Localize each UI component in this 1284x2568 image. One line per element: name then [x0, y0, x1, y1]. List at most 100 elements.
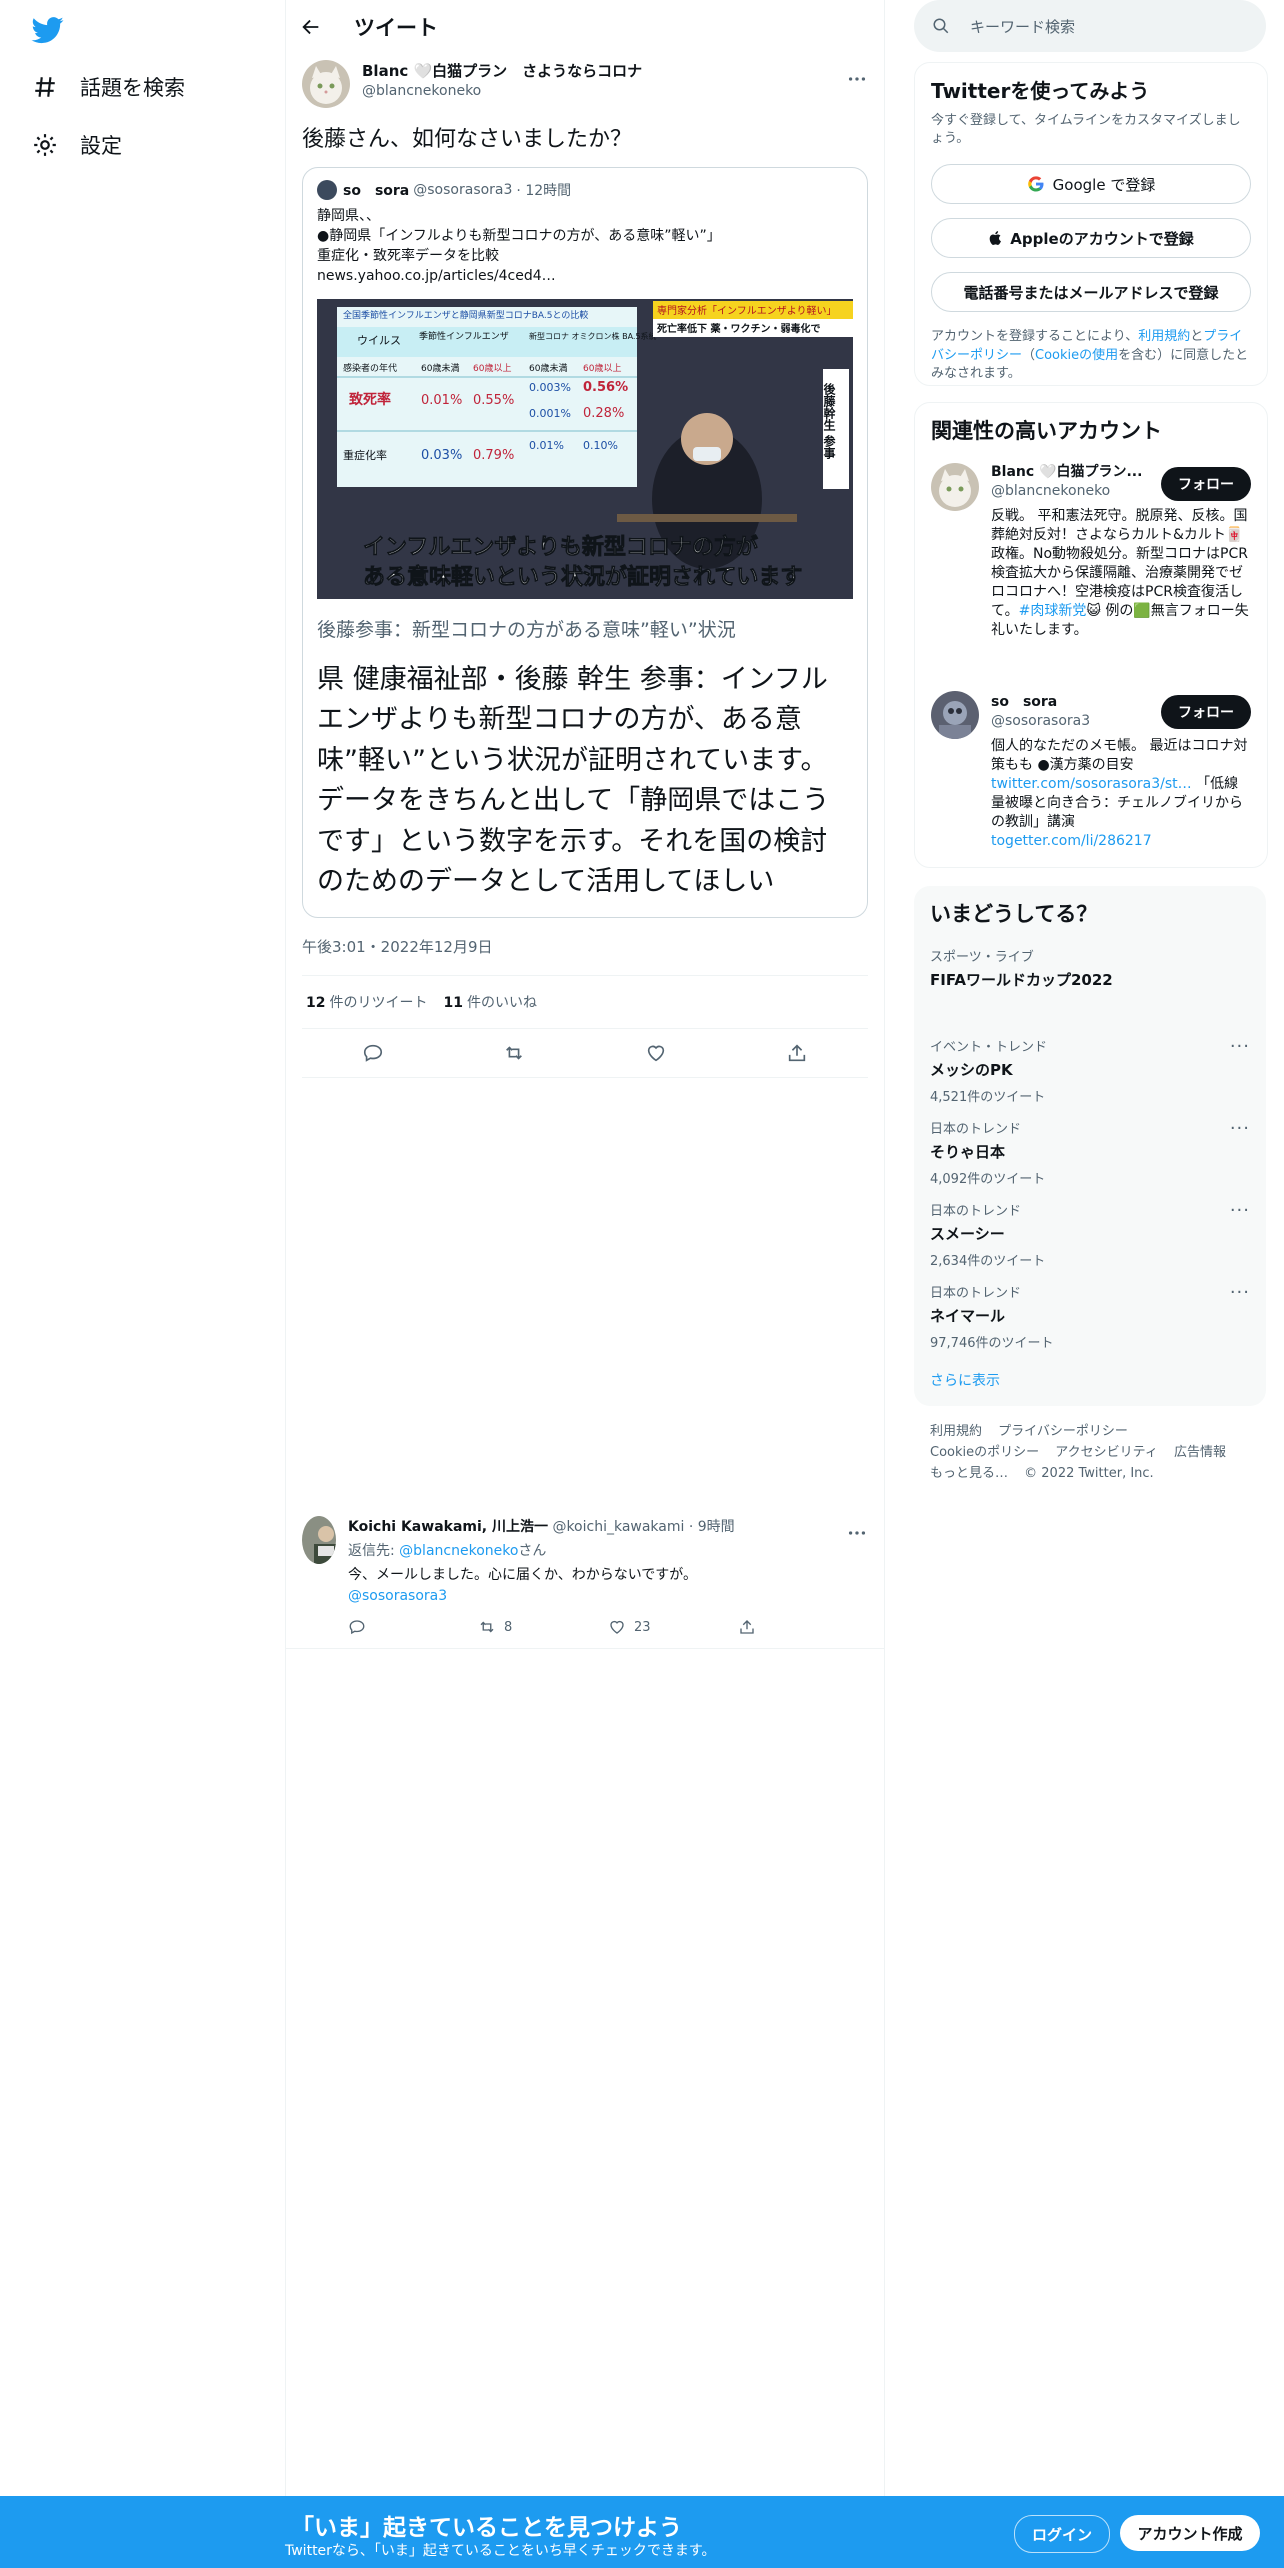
trend-item[interactable]: 日本のトレンド ネイマール 97,746件のツイート ···	[930, 1282, 1250, 1351]
quote-author-name: so sora	[343, 182, 410, 199]
more-options-icon[interactable]: ···	[1230, 1282, 1250, 1303]
trend-name: ネイマール	[930, 1307, 1006, 1325]
reply-share-button[interactable]	[738, 1618, 868, 1636]
footer-copyright: © 2022 Twitter, Inc.	[1024, 1465, 1154, 1481]
legal-text: （	[1022, 347, 1036, 363]
author-name[interactable]: Blanc 🤍白猫プラン さようならコロナ	[362, 60, 642, 81]
avatar[interactable]	[302, 1516, 336, 1564]
apple-signup-button[interactable]: Appleのアカウントで登録	[931, 218, 1251, 259]
tweet-author: Blanc 🤍白猫プラン さようならコロナ @blancnekoneko	[302, 60, 868, 108]
news-video-image[interactable]: 全国季節性インフルエンザと静岡県新型コロナBA.5との比較 ウイルス 季節性イン…	[317, 298, 853, 599]
reply-like-button[interactable]: 23	[608, 1618, 738, 1636]
like-label: 件のいいね	[466, 994, 537, 1011]
nav-explore[interactable]: 話題を検索	[32, 72, 185, 102]
bio-hashtag[interactable]: #肉球新党	[1019, 603, 1087, 619]
image-table-header: 全国季節性インフルエンザと静岡県新型コロナBA.5との比較	[343, 309, 588, 321]
trend-category: 日本のトレンド	[930, 1286, 1022, 1301]
like-stat[interactable]: 11 件のいいね	[443, 992, 536, 1012]
cookie-link[interactable]: Cookieの使用	[1035, 348, 1118, 363]
more-options-icon[interactable]: ···	[1230, 1200, 1250, 1221]
footer-terms-link[interactable]: 利用規約	[930, 1424, 982, 1439]
google-signup-button[interactable]: Google で登録	[931, 164, 1251, 205]
trend-item[interactable]: 日本のトレンド そりゃ日本 4,092件のツイート ···	[930, 1118, 1250, 1187]
author-handle[interactable]: @blancnekoneko	[362, 83, 642, 99]
avatar[interactable]	[931, 463, 979, 511]
image-banner: 専門家分析「インフルエンザより軽い」	[657, 304, 837, 317]
reply-tweet[interactable]: Koichi Kawakami, 川上浩一 @koichi_kawakami ·…	[286, 1516, 884, 1649]
reply-retweet-button[interactable]: 8	[478, 1618, 608, 1636]
more-options-icon[interactable]: ···	[1230, 1118, 1250, 1139]
image-fatality-value: 0.003%	[529, 381, 571, 394]
reply-to-link[interactable]: @blancnekoneko	[399, 1543, 518, 1559]
like-count: 11	[443, 994, 463, 1011]
bio-link[interactable]: twitter.com/sosorasora3/st…	[991, 776, 1192, 792]
reply-author-handle[interactable]: @koichi_kawakami	[552, 1519, 684, 1535]
follow-button[interactable]: フォロー	[1161, 467, 1251, 501]
gear-icon	[34, 134, 56, 156]
terms-link[interactable]: 利用規約	[1138, 329, 1190, 344]
footer-more-link[interactable]: もっと見る…	[930, 1466, 1008, 1481]
retweet-icon[interactable]	[503, 1042, 525, 1064]
reply-icon[interactable]	[362, 1042, 384, 1064]
trend-name: スメーシー	[930, 1225, 1005, 1243]
tweet-actions	[302, 1027, 868, 1078]
footer-privacy-link[interactable]: プライバシーポリシー	[998, 1424, 1128, 1439]
trend-count: 4,092件のツイート	[930, 1172, 1046, 1187]
like-icon[interactable]	[645, 1042, 667, 1064]
more-options-icon[interactable]	[846, 68, 868, 90]
quoted-tweet[interactable]: so sora @sosorasora3 · 12時間 静岡県、、 ●静岡県「イ…	[302, 166, 868, 918]
search-placeholder: キーワード検索	[970, 17, 1076, 36]
image-caption: インフルエンザよりも新型コロナの方が	[363, 534, 758, 560]
reply-author-name[interactable]: Koichi Kawakami, 川上浩一	[348, 1519, 548, 1535]
image-severity-value: 0.79%	[473, 448, 514, 463]
avatar[interactable]	[931, 691, 979, 739]
related-accounts-panel: 関連性の高いアカウント Blanc 🤍白猫プラン... @blancnekone…	[914, 402, 1268, 868]
share-icon[interactable]	[786, 1042, 808, 1064]
trend-category: スポーツ・ライブ	[930, 950, 1034, 965]
trend-item[interactable]: スポーツ・ライブ FIFAワールドカップ2022	[930, 946, 1250, 990]
reply-to: 返信先: @blancnekonekoさん	[348, 1540, 868, 1560]
quote-line: 静岡県、、	[317, 207, 380, 224]
image-fatality-value: 0.56%	[583, 380, 628, 395]
avatar[interactable]	[302, 60, 350, 108]
reply-mention[interactable]: @sosorasora3	[348, 1588, 868, 1604]
image-col-virus: ウイルス	[357, 334, 401, 347]
trend-item[interactable]: 日本のトレンド スメーシー 2,634件のツイート ···	[930, 1200, 1250, 1269]
retweet-stat[interactable]: 12 件のリツイート	[306, 992, 427, 1012]
image-fatality-value: 0.55%	[473, 393, 514, 408]
trend-count: 2,634件のツイート	[930, 1254, 1046, 1269]
google-signup-label: Google で登録	[1052, 175, 1156, 194]
reply-icon	[349, 1620, 365, 1635]
footer-ads-link[interactable]: 広告情報	[1174, 1445, 1226, 1460]
left-nav: 話題を検索 設定	[0, 0, 286, 2568]
show-more-link[interactable]: さらに表示	[930, 1370, 1000, 1390]
login-button[interactable]: ログイン	[1014, 2515, 1110, 2553]
footer-accessibility-link[interactable]: アクセシビリティ	[1055, 1445, 1158, 1460]
tweet-timestamp[interactable]: 午後3:01・2022年12月9日	[302, 936, 868, 957]
image-age-over60-covid: 60歳以上	[583, 362, 621, 374]
card-body: 県 健康福祉部・後藤 幹生 参事：インフルエンザよりも新型コロナの方が、ある意味…	[317, 663, 830, 898]
more-options-icon[interactable]: ···	[1230, 1036, 1250, 1057]
more-options-icon[interactable]	[846, 1522, 868, 1544]
twitter-logo-icon[interactable]	[30, 14, 66, 46]
footer-cookie-link[interactable]: Cookieのポリシー	[930, 1445, 1039, 1460]
image-col-covid: 新型コロナ オミクロン株 BA.5系統	[529, 331, 657, 341]
image-age-under60-flu: 60歳未満	[421, 362, 459, 374]
follow-button[interactable]: フォロー	[1161, 695, 1251, 729]
nav-settings[interactable]: 設定	[32, 130, 122, 160]
phone-signup-button[interactable]: 電話番号またはメールアドレスで登録	[931, 272, 1251, 313]
bio-link[interactable]: togetter.com/li/286217	[991, 833, 1152, 849]
search-icon	[933, 18, 949, 34]
reply-to-prefix: 返信先:	[348, 1543, 400, 1559]
reply-reply-button[interactable]	[348, 1618, 478, 1636]
divider	[286, 1648, 884, 1649]
search-input[interactable]: キーワード検索	[914, 0, 1266, 52]
image-severity-covid-c: 0.28%	[583, 406, 624, 421]
trend-item[interactable]: イベント・トレンド メッシのPK 4,521件のツイート ···	[930, 1036, 1250, 1105]
trend-name: FIFAワールドカップ2022	[930, 971, 1113, 989]
bio-text: 個人的なただのメモ帳。 最近はコロナ対策もも ●漢方薬の目安	[991, 738, 1248, 774]
signup-button[interactable]: アカウント作成	[1120, 2515, 1260, 2551]
legal-text: と	[1190, 329, 1204, 345]
back-arrow-icon[interactable]	[300, 16, 322, 38]
reply-time[interactable]: · 9時間	[689, 1519, 735, 1535]
